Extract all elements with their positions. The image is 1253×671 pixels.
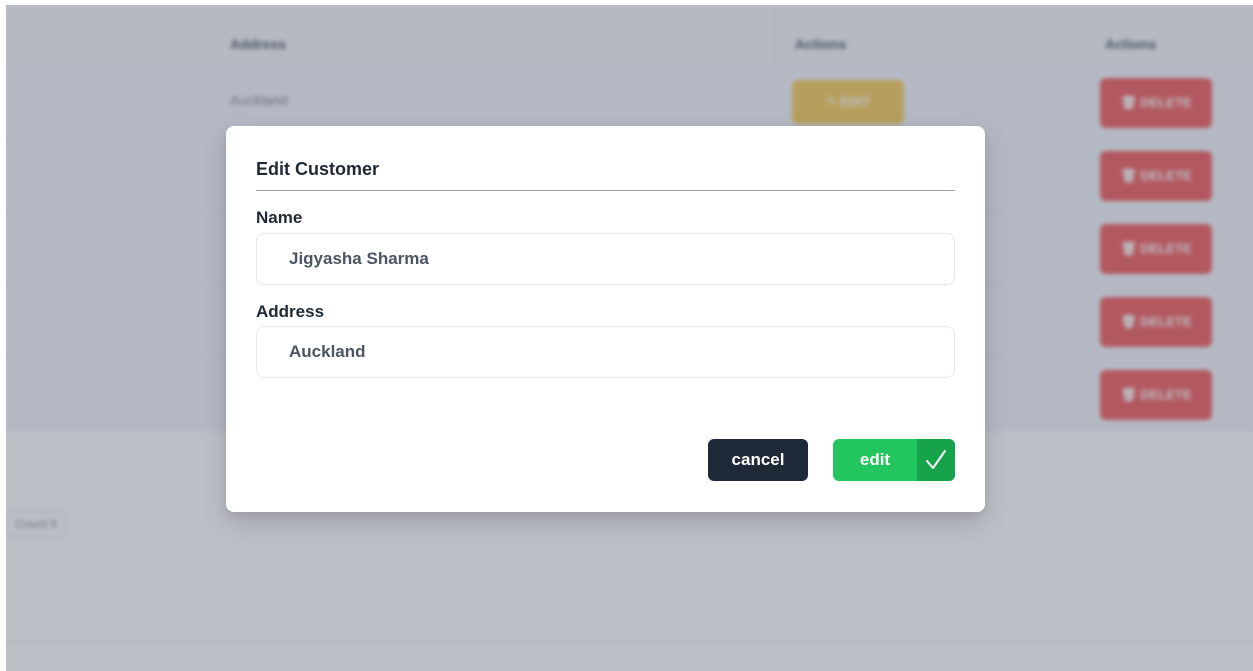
top-edge (0, 0, 1253, 5)
name-label: Name (256, 208, 303, 227)
page: Address Actions Actions Auckland ✎ EDIT … (0, 0, 1253, 671)
cancel-button[interactable]: cancel (708, 439, 808, 481)
edit-button-label: edit (859, 450, 891, 469)
left-edge (0, 0, 6, 671)
checkmark-icon (917, 439, 955, 481)
name-input[interactable] (256, 233, 955, 285)
edit-customer-modal: Edit Customer Name Address cancel edit (226, 126, 985, 512)
address-input[interactable] (256, 326, 955, 378)
title-divider (256, 190, 955, 191)
modal-title: Edit Customer (256, 159, 380, 179)
edit-button[interactable]: edit (833, 439, 955, 481)
address-label: Address (256, 302, 325, 321)
